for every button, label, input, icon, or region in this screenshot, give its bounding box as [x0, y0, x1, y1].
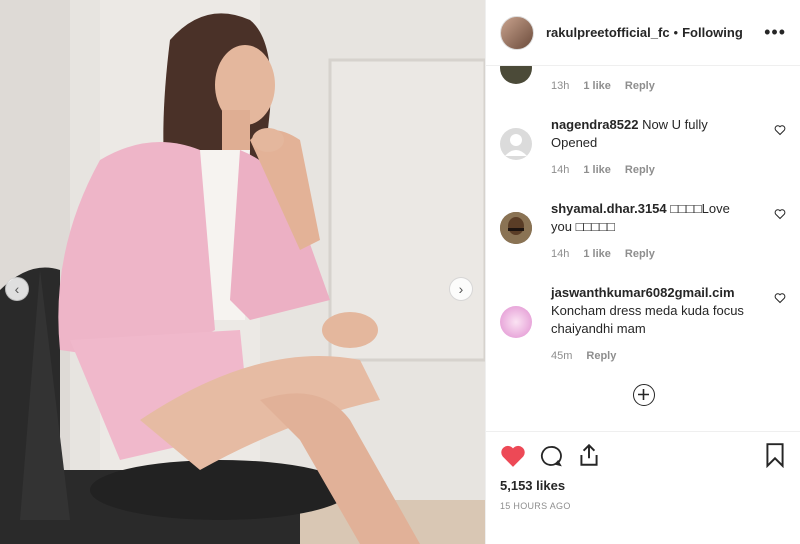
likes-count[interactable]: 5,153 likes [500, 478, 565, 493]
comment-time: 45m [551, 350, 573, 362]
heart-icon[interactable] [774, 208, 786, 220]
action-bar [500, 442, 786, 472]
more-icon[interactable]: ••• [764, 22, 786, 43]
comment-line-1: Now U fully [642, 117, 708, 132]
post-timestamp: 15 HOURS AGO [500, 501, 571, 511]
post-author-username[interactable]: rakulpreetofficial_fc [546, 25, 670, 40]
header-separator: • [673, 25, 679, 40]
avatar[interactable] [500, 15, 534, 50]
comment-likes[interactable]: 1 like [583, 164, 611, 176]
comment-likes[interactable]: 1 like [583, 80, 611, 92]
comment-time: 13h [551, 80, 570, 92]
comment-line-1: □□□□Love [670, 201, 730, 216]
comment-time: 14h [551, 248, 570, 260]
bookmark-icon[interactable] [764, 442, 786, 468]
comment-avatar[interactable] [500, 306, 532, 338]
comment-line-2: Opened [551, 135, 598, 150]
post-image[interactable]: ‹ › [0, 0, 485, 544]
comment-avatar[interactable] [500, 212, 532, 244]
following-button[interactable]: Following [682, 25, 743, 40]
comment-username[interactable]: shyamal.dhar.3154 [551, 201, 667, 216]
comment-text: nagendra8522 Now U fully Opened [551, 116, 760, 152]
heart-icon[interactable] [774, 292, 786, 304]
comment-line-1: Koncham dress meda kuda focus [551, 303, 744, 318]
comment-avatar[interactable] [500, 66, 532, 84]
comment-text: shyamal.dhar.3154 □□□□Love you □□□□□ [551, 200, 760, 236]
heart-icon[interactable] [774, 124, 786, 136]
comment-meta: 13h 1 like Reply [551, 80, 655, 92]
comment-likes[interactable]: 1 like [583, 248, 611, 260]
reply-button[interactable]: Reply [625, 80, 655, 92]
comment-meta: 45m Reply [551, 350, 616, 362]
comments-list[interactable]: 13h 1 like Reply nagendra8522 Now U full… [486, 66, 800, 432]
comment-username[interactable]: nagendra8522 [551, 117, 638, 132]
add-icon[interactable] [633, 384, 655, 406]
reply-button[interactable]: Reply [625, 248, 655, 260]
comment-meta: 14h 1 like Reply [551, 164, 655, 176]
post-footer: 5,153 likes 15 HOURS AGO [486, 431, 800, 544]
comment-line-2: chaiyandhi mam [551, 321, 646, 336]
reply-button[interactable]: Reply [625, 164, 655, 176]
heart-icon[interactable] [500, 444, 526, 468]
chevron-right-icon[interactable]: › [449, 277, 473, 301]
reply-button[interactable]: Reply [586, 350, 616, 362]
chevron-left-icon[interactable]: ‹ [5, 277, 29, 301]
comment-icon[interactable] [538, 444, 564, 468]
post-photo-illustration [0, 0, 485, 544]
comment-username[interactable]: jaswanthkumar6082gmail.cim [551, 285, 735, 300]
comment-text: jaswanthkumar6082gmail.cim Koncham dress… [551, 284, 760, 338]
post-side-panel: rakulpreetofficial_fc • Following ••• 13… [485, 0, 800, 544]
comment-avatar[interactable] [500, 128, 532, 160]
comment-meta: 14h 1 like Reply [551, 248, 655, 260]
post-header: rakulpreetofficial_fc • Following ••• [486, 0, 800, 66]
comment-time: 14h [551, 164, 570, 176]
share-icon[interactable] [576, 442, 602, 468]
comment-line-2: you □□□□□ [551, 219, 615, 234]
